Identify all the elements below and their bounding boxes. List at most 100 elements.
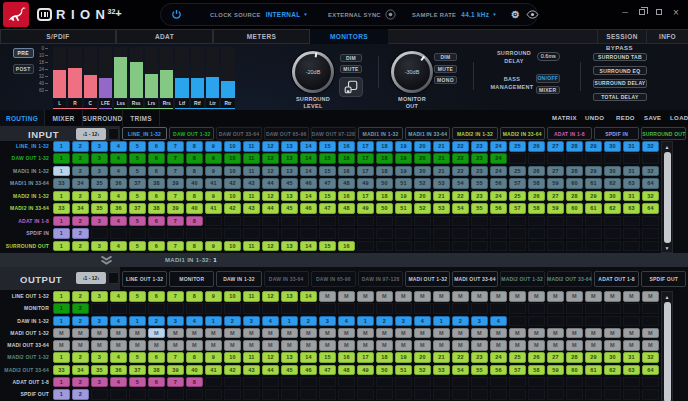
matrix-cell-empty[interactable] xyxy=(566,389,584,400)
matrix-cell[interactable]: 4 xyxy=(110,166,128,177)
matrix-cell-empty[interactable] xyxy=(300,377,318,388)
matrix-cell-empty[interactable] xyxy=(148,303,166,314)
matrix-cell[interactable]: 30 xyxy=(604,191,622,202)
matrix-cell-empty[interactable] xyxy=(395,216,413,227)
routing-tab-trims[interactable]: TRIMS xyxy=(123,110,160,126)
matrix-cell[interactable]: M xyxy=(129,340,147,351)
matrix-cell[interactable]: 25 xyxy=(509,166,527,177)
matrix-cell[interactable]: 2 xyxy=(72,352,90,363)
matrix-cell[interactable]: 2 xyxy=(72,216,90,227)
matrix-cell[interactable]: 2 xyxy=(72,377,90,388)
matrix-cell[interactable]: M xyxy=(224,328,242,339)
surround-dim-button[interactable]: DIM xyxy=(340,54,362,62)
matrix-cell-empty[interactable] xyxy=(414,228,432,239)
matrix-cell[interactable]: 2 xyxy=(72,389,90,400)
matrix-cell-empty[interactable] xyxy=(243,228,261,239)
matrix-cell-empty[interactable] xyxy=(395,389,413,400)
matrix-cell[interactable]: 49 xyxy=(357,178,375,189)
matrix-cell-empty[interactable] xyxy=(623,216,641,227)
matrix-cell-empty[interactable] xyxy=(585,228,603,239)
matrix-cell[interactable]: M xyxy=(642,328,660,339)
matrix-cell-empty[interactable] xyxy=(262,377,280,388)
matrix-cell-empty[interactable] xyxy=(528,153,546,164)
matrix-cell-empty[interactable] xyxy=(262,303,280,314)
matrix-cell[interactable]: M xyxy=(338,328,356,339)
matrix-cell-empty[interactable] xyxy=(281,303,299,314)
matrix-cell[interactable]: 48 xyxy=(338,178,356,189)
matrix-cell[interactable]: 4 xyxy=(110,191,128,202)
settings-gear-icon[interactable]: ⚙ xyxy=(511,9,520,20)
matrix-cell[interactable]: 14 xyxy=(300,241,318,252)
matrix-cell-empty[interactable] xyxy=(376,377,394,388)
matrix-cell[interactable]: 16 xyxy=(338,352,356,363)
matrix-cell[interactable]: 27 xyxy=(547,166,565,177)
pre-button[interactable]: PRE xyxy=(13,48,34,58)
matrix-cell[interactable]: 12 xyxy=(262,241,280,252)
close-button[interactable]: × xyxy=(672,8,680,16)
matrix-cell[interactable]: 8 xyxy=(186,166,204,177)
matrix-cell[interactable]: 4 xyxy=(110,153,128,164)
matrix-cell[interactable]: 39 xyxy=(167,203,185,214)
matrix-cell[interactable]: 6 xyxy=(148,291,166,302)
matrix-cell[interactable]: 8 xyxy=(186,216,204,227)
action-save[interactable]: SAVE xyxy=(644,110,662,126)
matrix-cell-empty[interactable] xyxy=(566,228,584,239)
matrix-cell-empty[interactable] xyxy=(604,316,622,327)
tab-s-pdif[interactable]: S/PDIF xyxy=(0,29,116,44)
matrix-cell[interactable]: M xyxy=(623,340,641,351)
matrix-cell-empty[interactable] xyxy=(585,303,603,314)
bypass-surround-eq-button[interactable]: SURROUND EQ xyxy=(593,66,647,75)
matrix-cell[interactable]: 64 xyxy=(642,365,660,376)
matrix-cell[interactable]: 3 xyxy=(91,291,109,302)
bypass-surround-tab-button[interactable]: SURROUND TAB xyxy=(593,53,647,62)
matrix-cell[interactable]: 4 xyxy=(186,316,204,327)
matrix-cell[interactable]: 38 xyxy=(148,365,166,376)
matrix-cell[interactable]: 54 xyxy=(452,203,470,214)
matrix-cell[interactable]: 1 xyxy=(53,291,71,302)
matrix-cell-empty[interactable] xyxy=(604,216,622,227)
matrix-cell-empty[interactable] xyxy=(471,303,489,314)
matrix-cell-empty[interactable] xyxy=(490,303,508,314)
matrix-cell[interactable]: M xyxy=(376,340,394,351)
matrix-cell[interactable]: 2 xyxy=(72,191,90,202)
matrix-cell[interactable]: M xyxy=(471,291,489,302)
matrix-cell[interactable]: 2 xyxy=(72,166,90,177)
matrix-cell[interactable]: 55 xyxy=(471,203,489,214)
matrix-cell[interactable]: M xyxy=(528,328,546,339)
matrix-cell[interactable]: 63 xyxy=(623,365,641,376)
matrix-cell[interactable]: 3 xyxy=(91,166,109,177)
matrix-cell[interactable]: 61 xyxy=(585,203,603,214)
routing-tab-routing[interactable]: ROUTING xyxy=(0,110,45,126)
matrix-cell-empty[interactable] xyxy=(300,303,318,314)
matrix-cell-empty[interactable] xyxy=(528,241,546,252)
matrix-cell[interactable]: 51 xyxy=(395,178,413,189)
matrix-cell[interactable]: 11 xyxy=(243,241,261,252)
matrix-cell[interactable]: 24 xyxy=(490,166,508,177)
matrix-cell-empty[interactable] xyxy=(509,389,527,400)
matrix-cell[interactable]: M xyxy=(414,328,432,339)
matrix-cell[interactable]: M xyxy=(509,340,527,351)
matrix-cell[interactable]: M xyxy=(509,291,527,302)
matrix-cell-empty[interactable] xyxy=(642,153,660,164)
matrix-cell-empty[interactable] xyxy=(642,316,660,327)
matrix-cell[interactable]: 14 xyxy=(300,166,318,177)
matrix-cell[interactable]: 41 xyxy=(205,203,223,214)
matrix-cell[interactable]: M xyxy=(300,328,318,339)
matrix-cell[interactable]: 26 xyxy=(528,191,546,202)
matrix-cell[interactable]: 3 xyxy=(91,141,109,152)
io-tab-adat-out-1-8[interactable]: ADAT OUT 1-8 xyxy=(594,271,639,287)
input-pager-box[interactable] xyxy=(108,128,119,140)
matrix-cell[interactable]: 3 xyxy=(91,153,109,164)
matrix-cell-empty[interactable] xyxy=(471,216,489,227)
action-redo[interactable]: REDO xyxy=(616,110,635,126)
matrix-cell[interactable]: 22 xyxy=(452,352,470,363)
matrix-cell-empty[interactable] xyxy=(91,228,109,239)
io-tab-spdif-in[interactable]: SPDIF IN xyxy=(594,127,639,140)
matrix-cell[interactable]: 4 xyxy=(110,377,128,388)
matrix-cell[interactable]: M xyxy=(604,291,622,302)
matrix-cell-empty[interactable] xyxy=(566,316,584,327)
matrix-cell-empty[interactable] xyxy=(300,216,318,227)
matrix-cell[interactable]: 28 xyxy=(566,166,584,177)
io-tab-daw-out-33-64[interactable]: DAW OUT 33-64 xyxy=(216,127,261,140)
matrix-cell-empty[interactable] xyxy=(547,153,565,164)
